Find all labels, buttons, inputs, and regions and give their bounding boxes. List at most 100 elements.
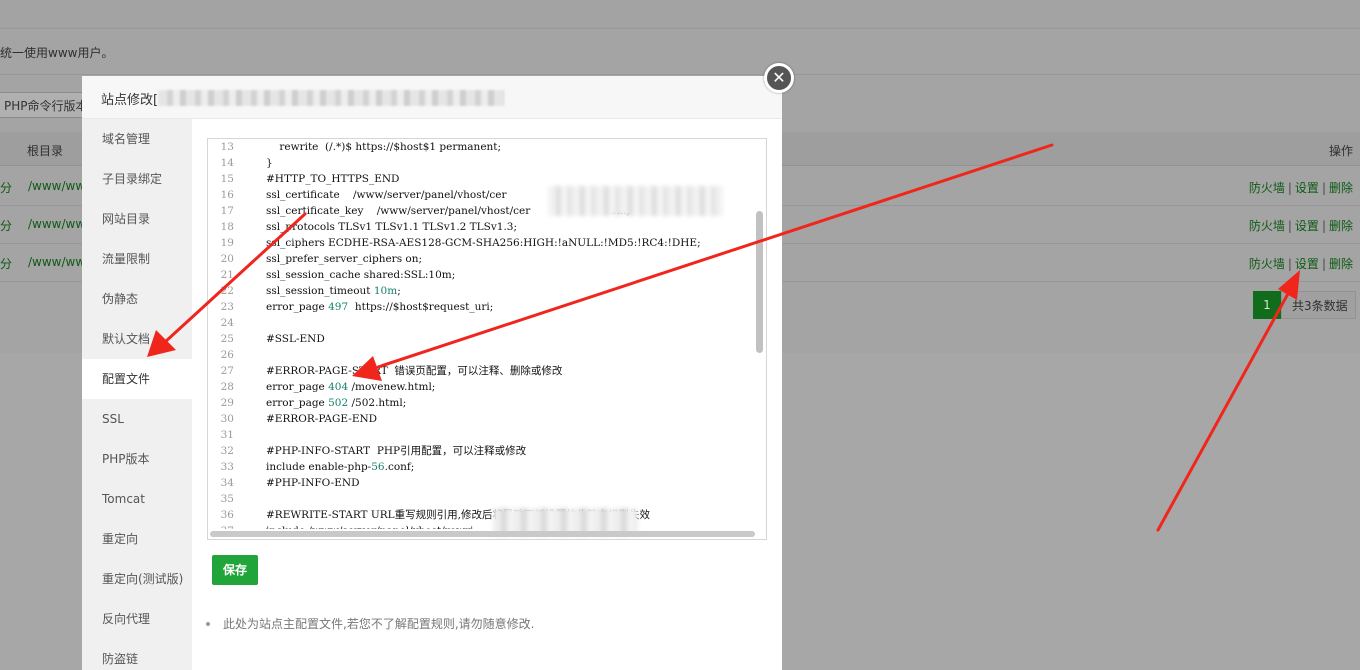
nav-redirect[interactable]: 重定向: [82, 519, 192, 559]
nav-hotlink-protection[interactable]: 防盗链: [82, 639, 192, 670]
code-line: 28 error_page 404 /movenew.html;: [208, 379, 756, 395]
separator: |: [1321, 257, 1326, 271]
row-actions: 防火墙 | 设置 | 删除: [1249, 255, 1353, 272]
code-text: ssl_ciphers ECDHE-RSA-AES128-GCM-SHA256:…: [266, 237, 701, 249]
code-line: 33 include enable-php-56.conf;: [208, 459, 756, 475]
nav-php-version[interactable]: PHP版本: [82, 439, 192, 479]
separator: |: [1321, 219, 1326, 233]
line-number: 27: [220, 365, 234, 377]
code-text: #ERROR-PAGE-END: [266, 413, 378, 425]
code-text: rewrite (/.*)$ https://$host$1 permanent…: [266, 141, 502, 153]
delete-link[interactable]: 删除: [1329, 181, 1353, 195]
nav-traffic-limit[interactable]: 流量限制: [82, 239, 192, 279]
code-line: 32 #PHP-INFO-START PHP引用配置，可以注释或修改: [208, 443, 756, 459]
firewall-link[interactable]: 防火墙: [1249, 257, 1285, 271]
divider: [0, 28, 1360, 29]
total-count: 共3条数据: [1281, 291, 1356, 319]
vertical-scrollbar[interactable]: [756, 211, 763, 353]
row-actions: 防火墙 | 设置 | 删除: [1249, 217, 1353, 234]
separator: |: [1287, 219, 1292, 233]
code-text: #PHP-INFO-END: [266, 477, 360, 489]
code-text: #SSL-END: [266, 333, 325, 345]
line-number: 31: [220, 429, 234, 441]
line-number: 18: [220, 221, 234, 233]
code-line: 22 ssl_session_timeout 10m;: [208, 283, 756, 299]
line-number: 13: [220, 141, 234, 153]
code-line: 35: [208, 491, 756, 507]
nav-subdirectory-binding[interactable]: 子目录绑定: [82, 159, 192, 199]
line-number: 32: [220, 445, 234, 457]
line-number: 23: [220, 301, 234, 313]
code-line: 37include /www/server/panel/vhost/rewri: [208, 523, 756, 529]
nav-rewrite[interactable]: 伪静态: [82, 279, 192, 319]
delete-link[interactable]: 删除: [1329, 219, 1353, 233]
code-line: 20 ssl_prefer_server_ciphers on;: [208, 251, 756, 267]
code-text: ssl_protocols TLSv1 TLSv1.1 TLSv1.2 TLSv…: [266, 221, 518, 233]
column-actions: 操作: [1329, 144, 1354, 158]
pagination: 1 共3条数据: [1253, 291, 1356, 319]
notice-text: 统一使用www用户。: [0, 46, 114, 60]
code-text: include /www/server/panel/vhost/rewri: [234, 523, 473, 529]
code-line: 19 ssl_ciphers ECDHE-RSA-AES128-GCM-SHA25…: [208, 235, 756, 251]
line-number: 26: [220, 349, 234, 361]
line-number: 30: [220, 413, 234, 425]
modal-side-nav: 域名管理 子目录绑定 网站目录 流量限制 伪静态 默认文档 配置文件 SSL P…: [82, 119, 192, 670]
php-version-select[interactable]: PHP命令行版本: [0, 92, 92, 118]
nav-site-directory[interactable]: 网站目录: [82, 199, 192, 239]
code-line: 30 #ERROR-PAGE-END: [208, 411, 756, 427]
line-number: 33: [220, 461, 234, 473]
line-number: 16: [220, 189, 234, 201]
code-text: include enable-php-56.conf;: [266, 461, 415, 473]
nav-redirect-beta[interactable]: 重定向(测试版): [82, 559, 192, 599]
settings-link[interactable]: 设置: [1295, 257, 1319, 271]
line-number: 29: [220, 397, 234, 409]
line-number: 34: [220, 477, 234, 489]
line-number: 35: [220, 493, 234, 505]
code-line: 31: [208, 427, 756, 443]
modal-header: 站点修改[: [82, 76, 782, 119]
code-text: ssl_session_cache shared:SSL:10m;: [266, 269, 456, 281]
site-edit-modal: 站点修改[ 域名管理 子目录绑定 网站目录 流量限制 伪静态 默认文档 配置文件…: [82, 76, 782, 670]
close-icon[interactable]: ✕: [764, 63, 794, 93]
nav-tomcat[interactable]: Tomcat: [82, 479, 192, 519]
page-number-current[interactable]: 1: [1253, 291, 1281, 319]
row-actions: 防火墙 | 设置 | 删除: [1249, 179, 1353, 196]
modal-title: 站点修改[: [101, 93, 159, 108]
horizontal-scrollbar[interactable]: [210, 531, 755, 537]
nav-config-file[interactable]: 配置文件: [82, 359, 192, 399]
row-fragment: 分: [0, 181, 13, 195]
delete-link[interactable]: 删除: [1329, 257, 1353, 271]
save-button[interactable]: 保存: [212, 555, 258, 585]
settings-link[interactable]: 设置: [1295, 181, 1319, 195]
code-line: 24: [208, 315, 756, 331]
line-number: 17: [220, 205, 234, 217]
redacted-cert-path: [548, 186, 723, 216]
nav-domain-management[interactable]: 域名管理: [82, 119, 192, 159]
code-line: 29 error_page 502 /502.html;: [208, 395, 756, 411]
line-number: 21: [220, 269, 234, 281]
row-fragment: 分: [0, 219, 13, 233]
firewall-link[interactable]: 防火墙: [1249, 181, 1285, 195]
nav-default-document[interactable]: 默认文档: [82, 319, 192, 359]
code-text: #ERROR-PAGE-START 错误页配置，可以注释、删除或修改: [266, 365, 563, 377]
nav-ssl[interactable]: SSL: [82, 399, 192, 439]
top-bar: [0, 0, 1360, 28]
separator: |: [1287, 181, 1292, 195]
separator: |: [1321, 181, 1326, 195]
redacted-site-name: [158, 90, 504, 106]
column-root-dir: 根目录: [27, 144, 64, 158]
line-number: 24: [220, 317, 234, 329]
line-number: 22: [220, 285, 234, 297]
settings-link[interactable]: 设置: [1295, 219, 1319, 233]
row-fragment: 分: [0, 257, 13, 271]
code-line: 26: [208, 347, 756, 363]
code-line: 15 #HTTP_TO_HTTPS_END: [208, 171, 756, 187]
code-text: #PHP-INFO-START PHP引用配置，可以注释或修改: [266, 445, 527, 457]
line-number: 28: [220, 381, 234, 393]
config-code-editor[interactable]: 13 rewrite (/.*)$ https://$host$1 perman…: [207, 138, 767, 540]
nav-reverse-proxy[interactable]: 反向代理: [82, 599, 192, 639]
firewall-link[interactable]: 防火墙: [1249, 219, 1285, 233]
